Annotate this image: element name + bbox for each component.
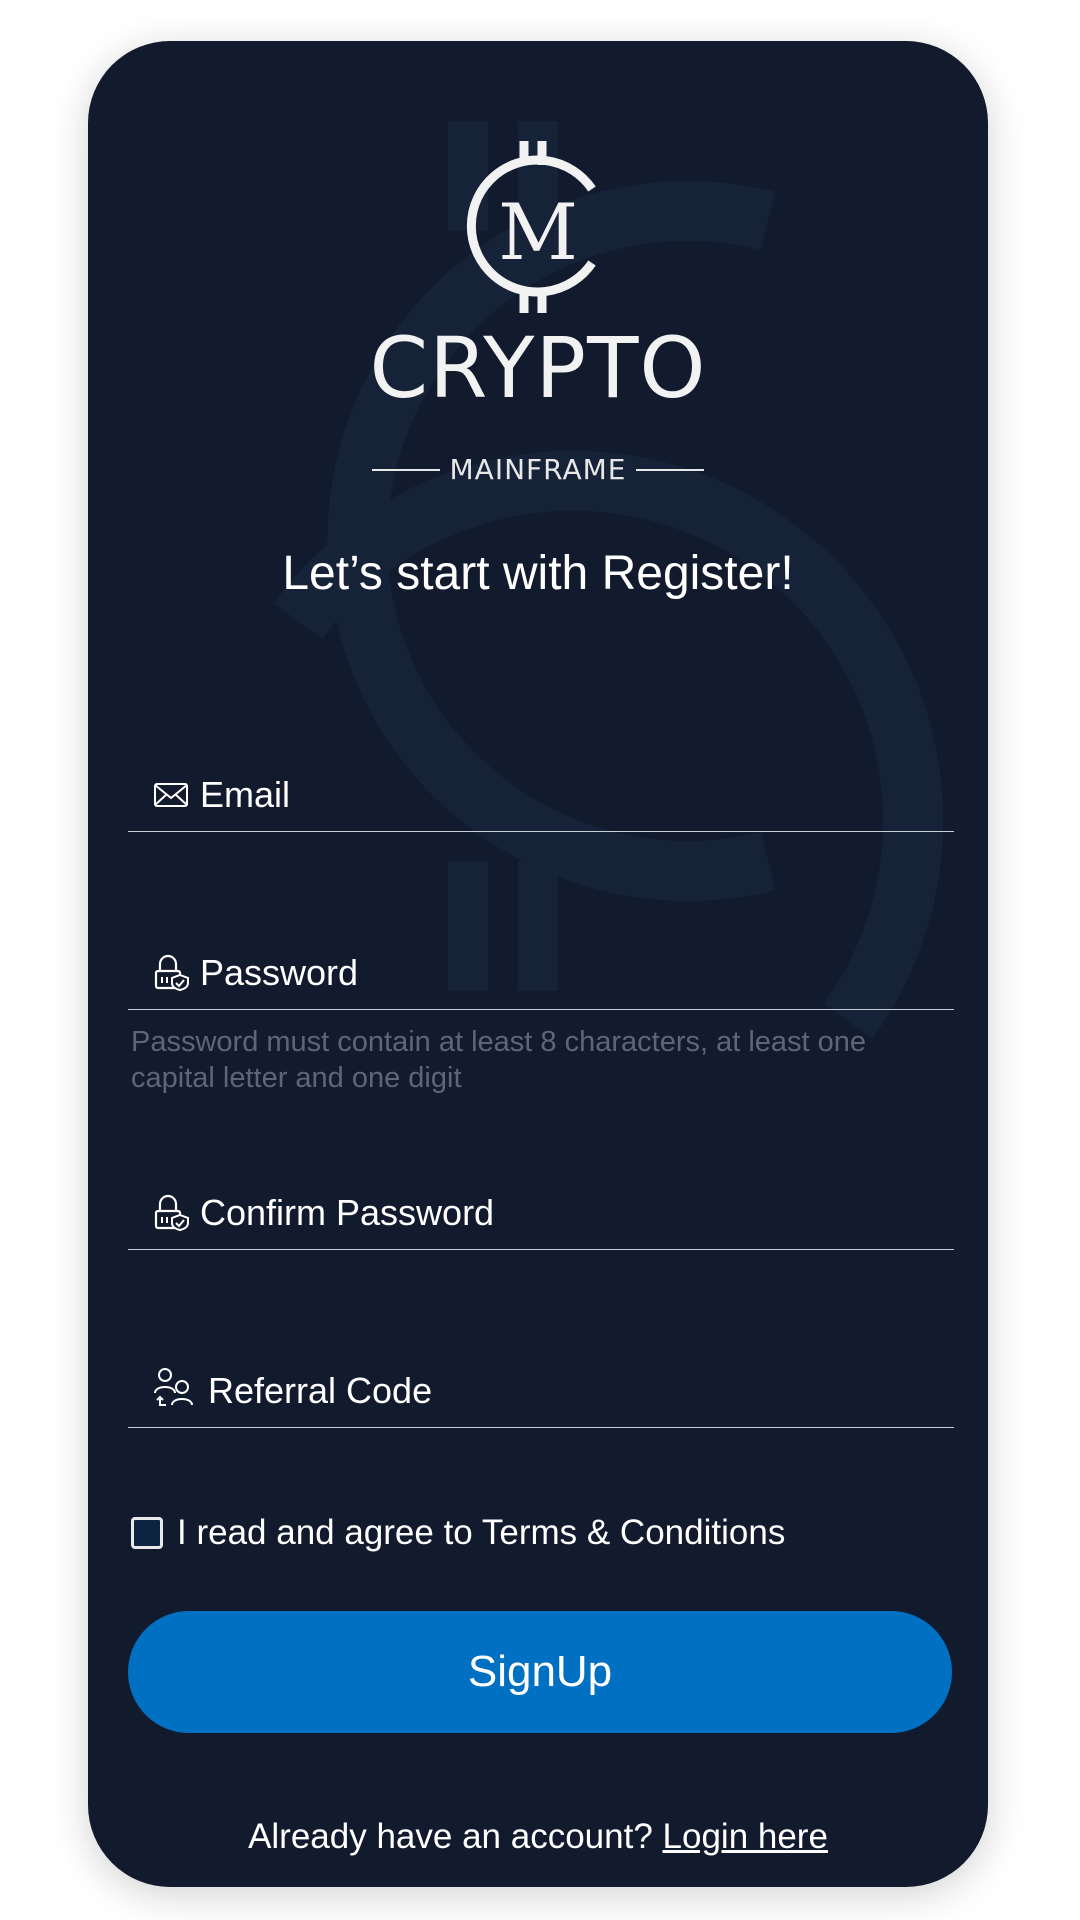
envelope-icon — [154, 783, 188, 807]
bitcoin-m-logo-icon: M — [466, 141, 596, 313]
page-title: Let’s start with Register! — [282, 547, 794, 600]
password-hint: Password must contain at least 8 charact… — [131, 1026, 867, 1094]
login-prompt-row: Already have an account? Login here — [88, 1817, 988, 1857]
terms-checkbox[interactable] — [131, 1517, 163, 1549]
crypto-mainframe-logo: M — [88, 137, 988, 497]
brand-title: CRYPTO — [369, 319, 707, 417]
referral-users-icon — [154, 1368, 193, 1406]
lock-shield-icon — [154, 1194, 189, 1231]
login-link[interactable]: Login here — [663, 1817, 828, 1856]
login-prompt: Already have an account? — [248, 1817, 663, 1856]
divider-left — [371, 468, 440, 471]
terms-label[interactable]: I read and agree to Terms & Conditions — [177, 1513, 785, 1553]
referral-code-label: Referral Code — [208, 1370, 433, 1411]
password-field[interactable]: Password — [128, 937, 954, 1010]
brand-subtitle-row: MAINFRAME — [88, 453, 988, 486]
confirm-password-label: Confirm Password — [200, 1192, 495, 1233]
referral-code-field[interactable]: Referral Code — [128, 1355, 954, 1428]
brand-subtitle: MAINFRAME — [449, 453, 627, 486]
lock-shield-icon — [154, 954, 189, 991]
confirm-password-field[interactable]: Confirm Password — [128, 1177, 954, 1250]
password-label: Password — [200, 952, 359, 993]
app-screen: M CRYPTO MAINFRAME Let’s start with Regi… — [88, 41, 988, 1887]
email-label: Email — [200, 774, 291, 815]
signup-button[interactable]: SignUp — [128, 1611, 952, 1733]
logo-letter: M — [498, 188, 578, 278]
terms-row[interactable]: I read and agree to Terms & Conditions — [131, 1513, 785, 1553]
email-field[interactable]: Email — [128, 759, 954, 832]
divider-right — [636, 468, 705, 471]
